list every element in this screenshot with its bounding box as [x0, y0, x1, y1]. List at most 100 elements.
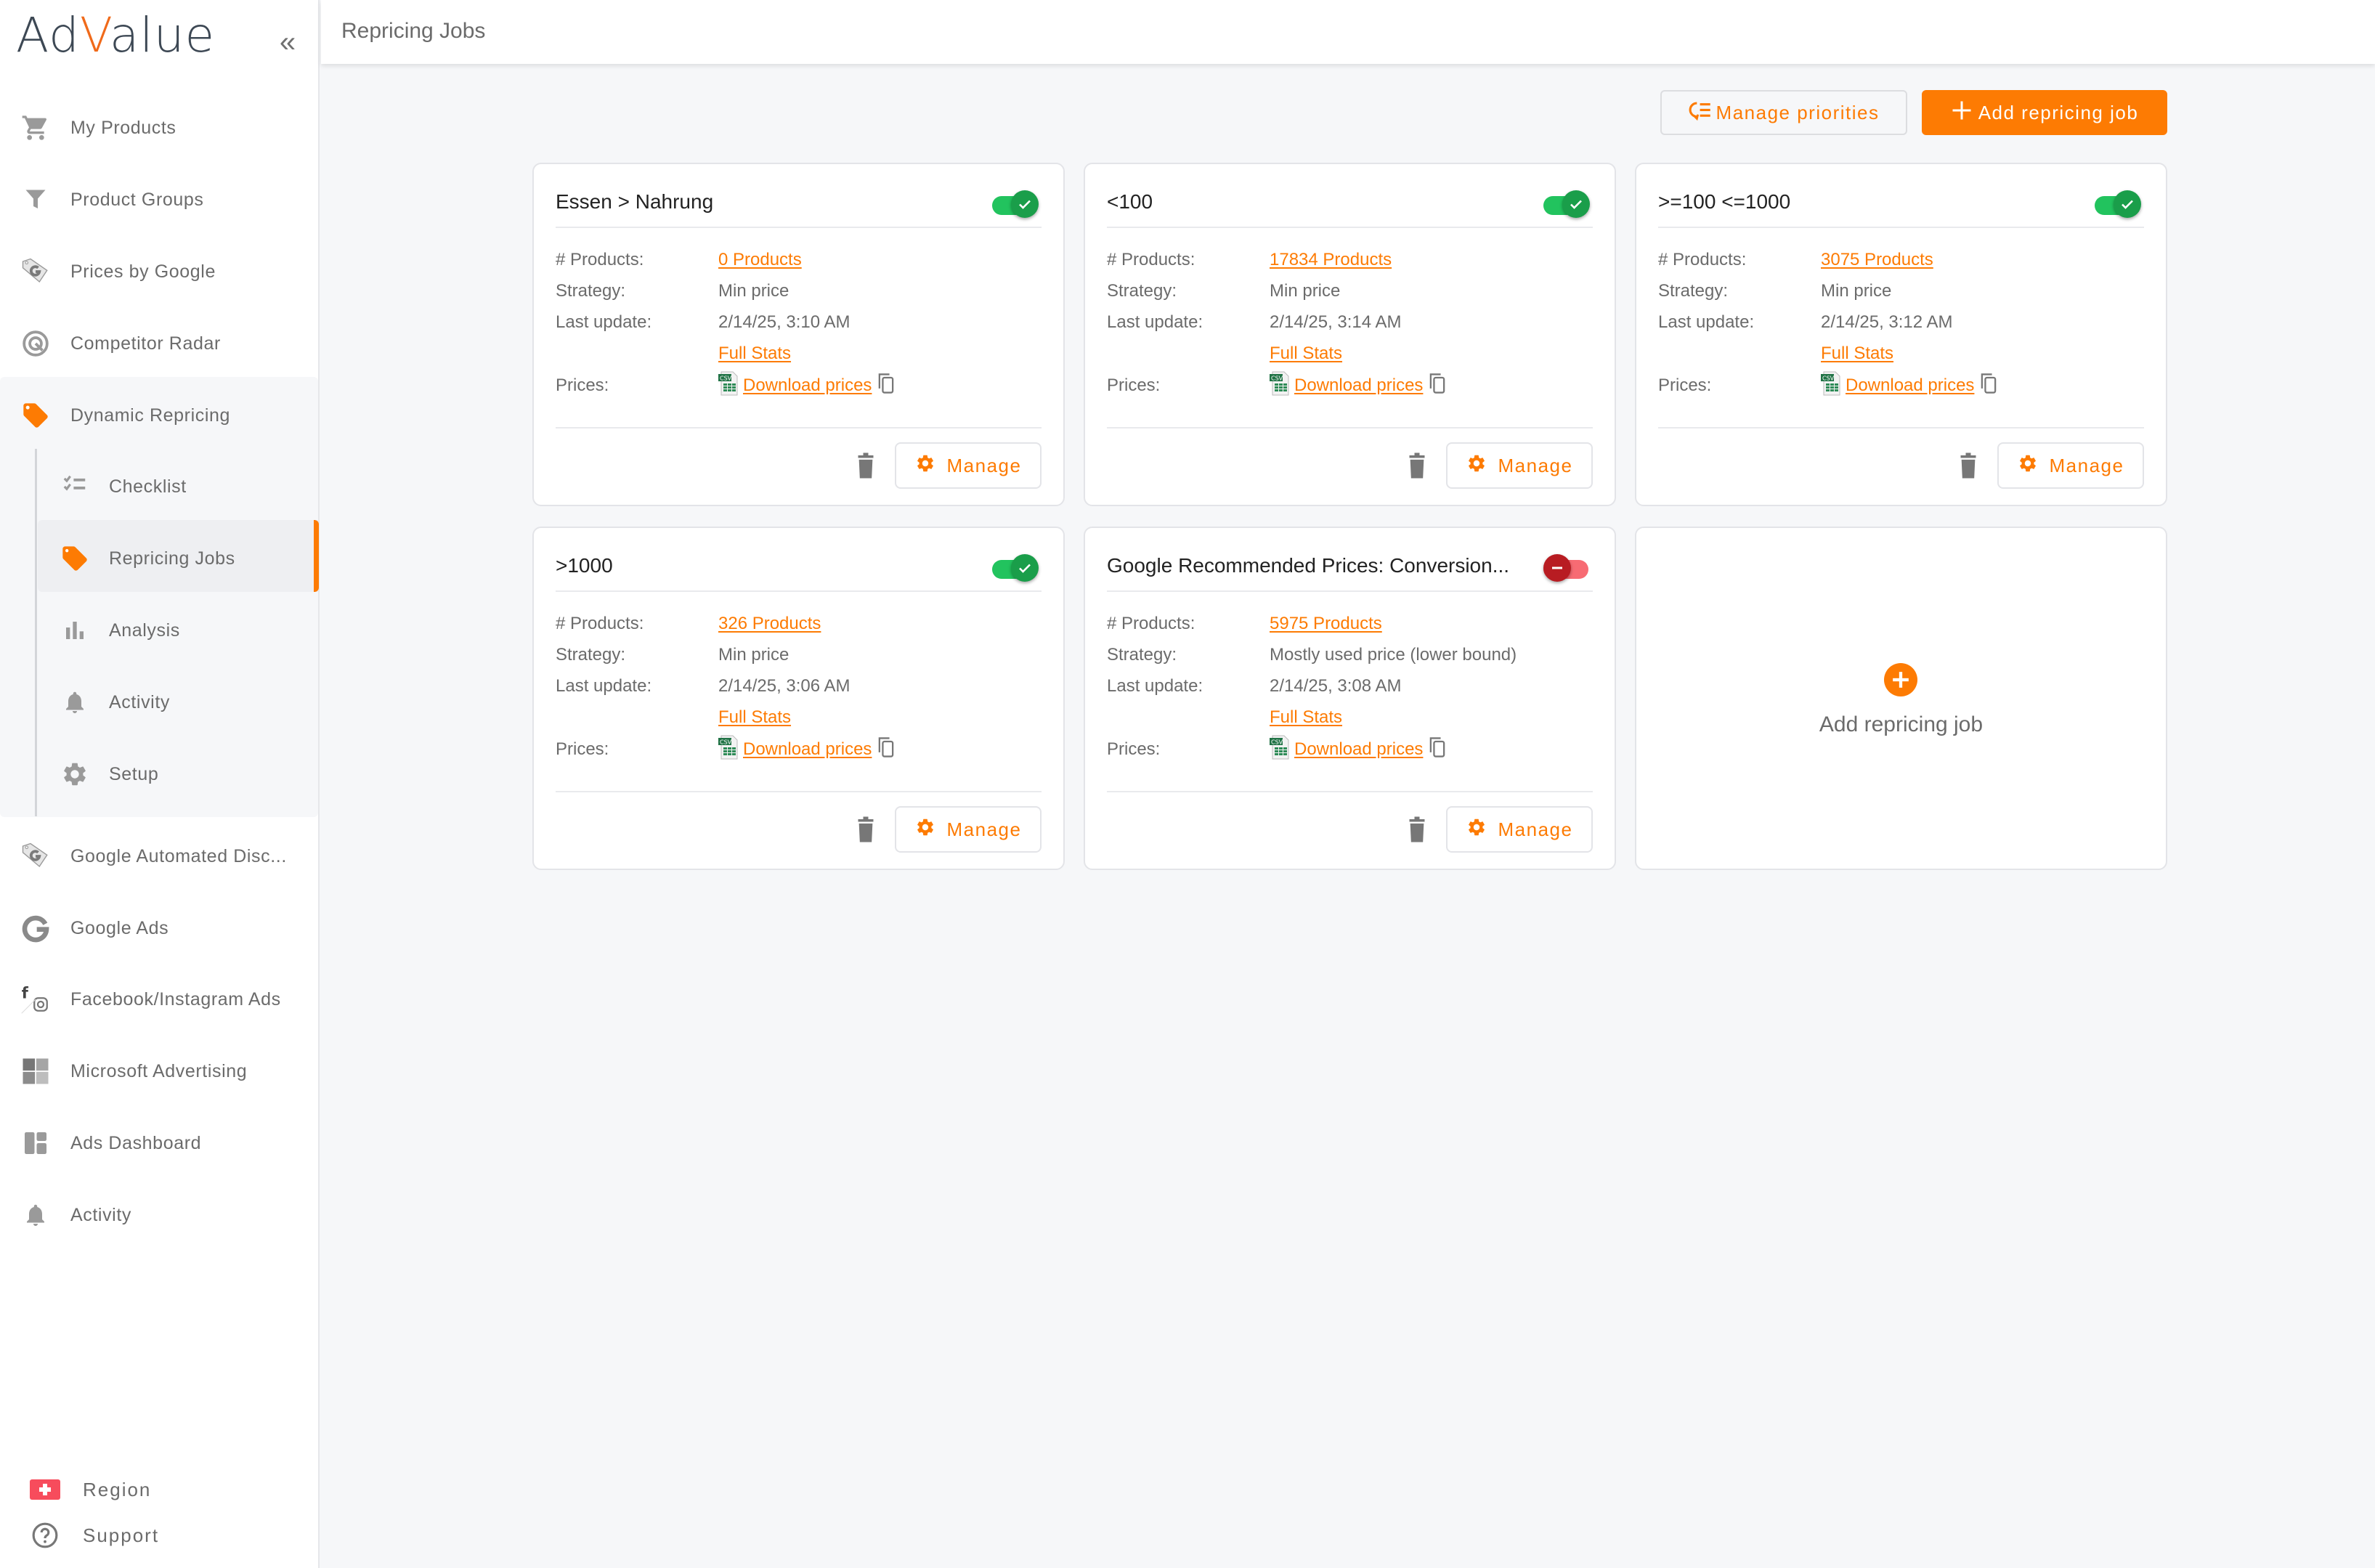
download-prices-link[interactable]: Download prices — [1846, 375, 1974, 396]
full-stats-link[interactable]: Full Stats — [1270, 344, 1342, 364]
sidebar-item-ads-dashboard[interactable]: Ads Dashboard — [0, 1108, 320, 1179]
delete-job-button[interactable] — [1405, 451, 1429, 480]
sidebar-item-prices-by-google[interactable]: Prices by Google — [0, 236, 320, 307]
delete-job-button[interactable] — [1957, 451, 1980, 480]
products-link[interactable]: 5975 Products — [1270, 614, 1382, 634]
manage-priorities-button[interactable]: Manage priorities — [1660, 90, 1907, 135]
sidebar-item-activity-general[interactable]: Activity — [0, 1179, 320, 1251]
sidebar-item-setup[interactable]: Setup — [0, 739, 320, 810]
copy-icon[interactable] — [1978, 372, 1999, 400]
prices-row: Prices: CSV Download prices — [556, 735, 896, 764]
prices-label: Prices: — [556, 375, 609, 395]
products-link[interactable]: 3075 Products — [1821, 250, 1933, 270]
sidebar-item-activity[interactable]: Activity — [0, 667, 320, 738]
app-logo[interactable]: AdValue — [16, 10, 215, 61]
sidebar-item-google-automated-discounts[interactable]: Google Automated Disc... — [0, 821, 320, 892]
job-enabled-toggle[interactable] — [2095, 190, 2141, 219]
full-stats-row: Full Stats — [1107, 341, 1342, 367]
products-link[interactable]: 326 Products — [718, 614, 821, 634]
card-divider — [556, 791, 1042, 792]
download-prices-link[interactable]: Download prices — [1294, 375, 1423, 396]
sidebar-item-checklist[interactable]: Checklist — [0, 451, 320, 522]
manage-label: Manage — [1498, 818, 1573, 840]
delete-job-button[interactable] — [854, 815, 877, 844]
prices-row: Prices: CSV Download prices — [1107, 735, 1448, 765]
gear-icon — [915, 453, 935, 479]
sidebar-item-competitor-radar[interactable]: Competitor Radar — [0, 308, 320, 379]
card-divider — [556, 227, 1042, 228]
sidebar-item-dynamic-repricing[interactable]: Dynamic Repricing — [0, 380, 320, 451]
gear-icon — [915, 817, 935, 842]
job-enabled-toggle[interactable] — [992, 190, 1039, 219]
card-divider — [1658, 227, 2144, 228]
download-prices-link[interactable]: Download prices — [743, 739, 872, 760]
manage-job-button[interactable]: Manage — [1997, 442, 2144, 489]
svg-text:f: f — [22, 984, 29, 1002]
job-title: <100 — [1107, 190, 1153, 213]
last-update-value: 2/14/25, 3:14 AM — [1270, 312, 1402, 332]
download-prices-link[interactable]: Download prices — [743, 375, 872, 396]
strategy-label: Strategy: — [1658, 281, 1729, 301]
prices-label: Prices: — [1107, 739, 1161, 759]
svg-text:CSV: CSV — [1271, 375, 1283, 381]
last-update-label: Last update: — [1658, 312, 1755, 332]
job-enabled-toggle[interactable] — [992, 554, 1039, 583]
products-link[interactable]: 0 Products — [718, 250, 802, 270]
full-stats-link[interactable]: Full Stats — [718, 707, 791, 728]
manage-label: Manage — [946, 454, 1022, 476]
gear-icon — [1466, 453, 1487, 479]
manage-job-button[interactable]: Manage — [1446, 442, 1593, 489]
job-title: Essen > Nahrung — [556, 190, 714, 213]
products-row: # Products: 3075 Products — [1658, 247, 1933, 273]
sidebar-item-label: Ads Dashboard — [70, 1132, 202, 1153]
sidebar-item-label: Activity — [109, 691, 170, 712]
sidebar-item-facebook-instagram-ads[interactable]: f Facebook/Instagram Ads — [0, 964, 320, 1035]
copy-icon[interactable] — [876, 372, 896, 400]
svg-text:CSV: CSV — [1822, 375, 1835, 381]
delete-job-button[interactable] — [1405, 815, 1429, 844]
toggle-knob — [1562, 190, 1590, 218]
manage-label: Manage — [1498, 454, 1573, 476]
delete-job-button[interactable] — [854, 451, 877, 480]
copy-icon[interactable] — [1427, 736, 1448, 764]
repricing-job-card: >=100 <=1000 # Products: 3075 Products S… — [1635, 163, 2167, 506]
prices-label: Prices: — [1658, 375, 1712, 395]
full-stats-link[interactable]: Full Stats — [718, 344, 791, 364]
bell-icon — [20, 1200, 51, 1230]
full-stats-link[interactable]: Full Stats — [1270, 707, 1342, 728]
sidebar-item-label: Analysis — [109, 620, 180, 641]
strategy-value: Min price — [1270, 281, 1341, 301]
sidebar-item-product-groups[interactable]: Product Groups — [0, 164, 320, 235]
sidebar-item-microsoft-advertising[interactable]: Microsoft Advertising — [0, 1036, 320, 1107]
manage-job-button[interactable]: Manage — [1446, 806, 1593, 853]
sidebar-item-repricing-jobs[interactable]: Repricing Jobs — [0, 523, 320, 594]
facebook-instagram-icon: f — [20, 984, 51, 1015]
sidebar-item-label: Repricing Jobs — [109, 548, 235, 569]
collapse-sidebar-button[interactable]: « — [275, 25, 301, 60]
bell-icon — [60, 687, 90, 718]
csv-file-icon: CSV — [1270, 735, 1290, 765]
download-prices-link[interactable]: Download prices — [1294, 739, 1423, 760]
strategy-value: Min price — [718, 645, 789, 665]
products-link[interactable]: 17834 Products — [1270, 250, 1392, 270]
logo-text-prefix: Ad — [16, 7, 80, 63]
copy-icon[interactable] — [1427, 372, 1448, 400]
sidebar-item-label: Product Groups — [70, 189, 204, 210]
job-enabled-toggle[interactable] — [1543, 554, 1590, 583]
copy-icon[interactable] — [876, 736, 896, 764]
dashboard-icon — [20, 1128, 51, 1158]
add-repricing-job-button[interactable]: Add repricing job — [1922, 90, 2167, 135]
products-row: # Products: 17834 Products — [1107, 247, 1392, 273]
sidebar-item-my-products[interactable]: My Products — [0, 92, 320, 163]
sidebar-support-button[interactable]: Support — [0, 1515, 320, 1556]
last-update-value: 2/14/25, 3:06 AM — [718, 676, 850, 696]
manage-job-button[interactable]: Manage — [895, 806, 1042, 853]
job-enabled-toggle[interactable] — [1543, 190, 1590, 219]
manage-job-button[interactable]: Manage — [895, 442, 1042, 489]
products-row: # Products: 5975 Products — [1107, 611, 1382, 637]
sidebar-region-button[interactable]: Region — [0, 1469, 320, 1510]
sidebar-item-analysis[interactable]: Analysis — [0, 595, 320, 666]
add-repricing-job-card[interactable]: Add repricing job — [1635, 527, 2167, 870]
sidebar-item-google-ads[interactable]: Google Ads — [0, 893, 320, 964]
full-stats-link[interactable]: Full Stats — [1821, 344, 1893, 364]
